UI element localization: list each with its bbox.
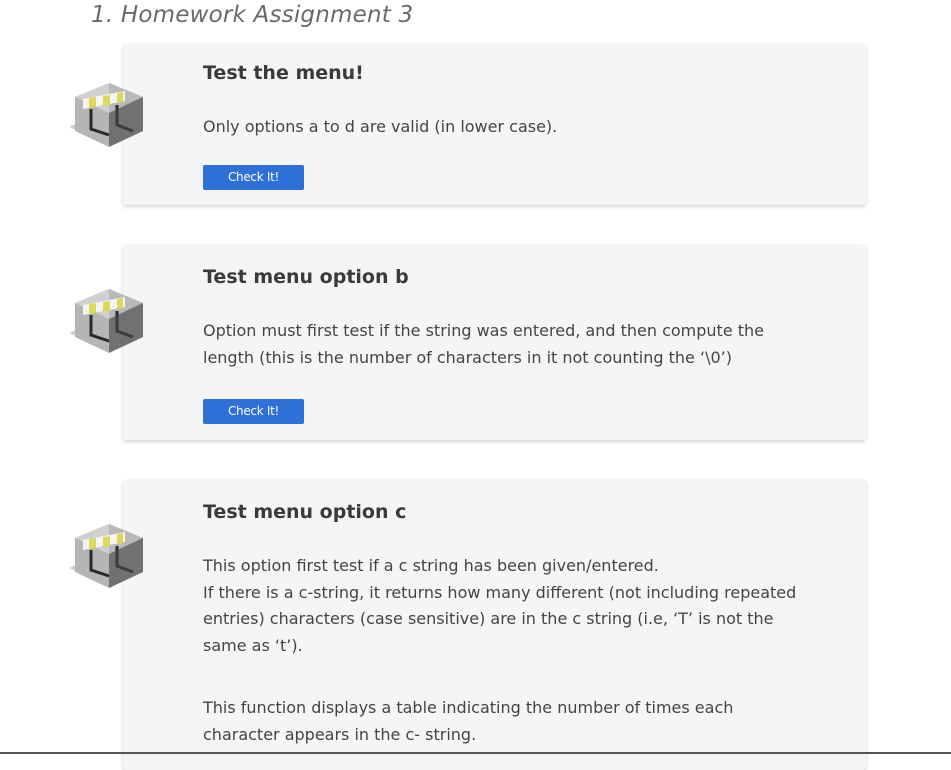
- card-title: Test menu option c: [203, 501, 407, 523]
- card-description: This option first test if a c string has…: [203, 553, 803, 659]
- description-line: If there is a c-string, it returns how m…: [203, 582, 797, 655]
- card-description-2: This function displays a table indicatin…: [203, 698, 734, 744]
- assignment-card-option-b: Test menu option b Option must first tes…: [69, 245, 866, 440]
- card-title: Test menu option b: [203, 266, 409, 288]
- card-title: Test the menu!: [203, 62, 364, 84]
- card-description: Option must first test if the string was…: [203, 321, 765, 367]
- assignment-card-option-c: Test menu option c This option first tes…: [69, 480, 866, 770]
- section-title: 1. Homework Assignment 3: [91, 2, 414, 28]
- check-it-button[interactable]: Check It!: [203, 399, 304, 424]
- assignment-card-menu: Test the menu! Only options a to d are v…: [69, 44, 866, 205]
- construction-barrier-icon: [69, 81, 145, 149]
- construction-barrier-icon: [69, 287, 145, 355]
- card-description: Only options a to d are valid (in lower …: [203, 117, 558, 136]
- bottom-divider: [0, 752, 951, 754]
- description-line: This option first test if a c string has…: [203, 556, 659, 575]
- construction-barrier-icon: [69, 522, 145, 590]
- check-it-button[interactable]: Check It!: [203, 165, 304, 190]
